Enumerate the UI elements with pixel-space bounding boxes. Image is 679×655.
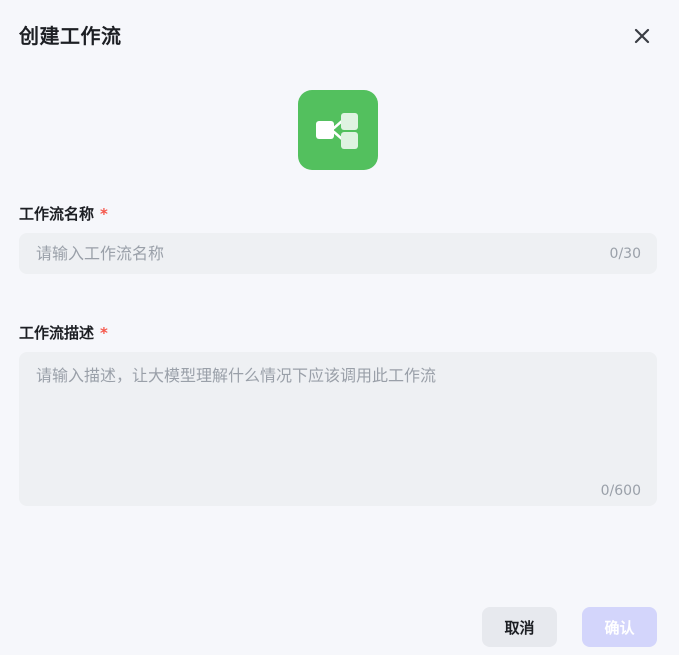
required-mark: * [100,324,108,342]
workflow-description-placeholder: 请输入描述，让大模型理解什么情况下应该调用此工作流 [36,366,437,385]
workflow-description-textarea[interactable]: 请输入描述，让大模型理解什么情况下应该调用此工作流 0/600 [19,352,657,506]
dialog-title: 创建工作流 [19,24,122,48]
workflow-icon [316,113,358,149]
workflow-name-placeholder: 请输入工作流名称 [36,244,165,263]
workflow-name-input[interactable]: 请输入工作流名称 0/30 [19,233,657,274]
create-workflow-dialog: 创建工作流 工作流名称 * 请输入工作流名称 0/30 工作流描述 * 请输入描述，… [0,0,679,655]
workflow-name-label: 工作流名称 * [19,203,108,225]
close-button[interactable] [628,22,656,50]
cancel-button[interactable]: 取消 [482,607,557,647]
required-mark: * [100,205,108,223]
workflow-description-label: 工作流描述 * [19,322,108,344]
workflow-avatar[interactable] [298,90,378,170]
workflow-name-counter: 0/30 [609,246,641,262]
workflow-description-label-text: 工作流描述 [19,324,95,342]
workflow-description-counter: 0/600 [600,483,641,499]
close-icon [634,28,650,44]
workflow-name-label-text: 工作流名称 [19,205,95,223]
confirm-button[interactable]: 确认 [582,607,657,647]
